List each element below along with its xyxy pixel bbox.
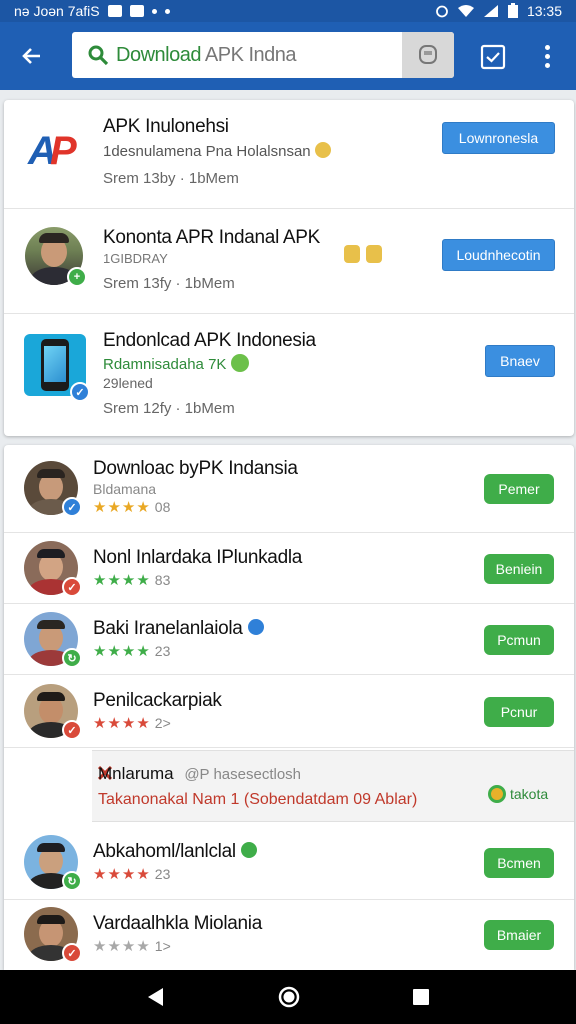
clock: 13:35 (526, 3, 562, 19)
search-input[interactable]: Download APK Indna (72, 32, 454, 78)
search-query: Download APK Indna (116, 43, 297, 66)
list-item[interactable]: ✓ Nonl Inlardaka IPlunkadla ★★★★ 83 Beniein (4, 533, 574, 604)
wifi-icon (457, 5, 474, 17)
rating-stars: ★★★★ 83 (93, 572, 171, 589)
app-list-card: ✓ Downloac byPK Indansia Bldamana ★★★★ 08 Pem… (4, 445, 574, 970)
voice-search-button[interactable] (402, 32, 454, 78)
emoji-icon (314, 142, 331, 158)
install-button[interactable]: Pcmun (484, 625, 554, 655)
download-button[interactable]: Lownronesla (442, 122, 555, 154)
badge-icon: ↻ (62, 648, 82, 668)
status-left-text: nə Joən 7afiS (14, 3, 100, 19)
navigation-bar (0, 970, 576, 1024)
home-nav-icon[interactable] (277, 985, 301, 1009)
svg-text:P: P (50, 129, 77, 170)
rating-stars: ★★★★ 1> (93, 938, 171, 955)
badge-icon: ✓ (62, 497, 82, 517)
app-subtitle: 1GIBDRAY (103, 251, 168, 266)
back-button[interactable] (0, 22, 64, 90)
back-arrow-icon (22, 48, 40, 64)
avatar: ↻ (24, 835, 82, 891)
list-item[interactable]: ↻ Baki Iranelanlaiola ★★★★ 23 Pcmun (4, 604, 574, 675)
rating-stars: ★★★★ 08 (93, 499, 171, 516)
rating-stars: ★★★★ 23 (93, 866, 171, 883)
app-title: Endonlcad APK Indonesia (103, 330, 316, 351)
badge-icon: ↻ (62, 871, 82, 891)
app-subtitle: Rdamnisadaha 7K (103, 354, 249, 373)
app-bar: Download APK Indna (0, 22, 576, 90)
list-item[interactable]: ✓ Endonlcad APK Indonesia Rdamnisadaha 7… (4, 314, 574, 436)
download-button[interactable]: Bnaev (485, 345, 555, 377)
phone-app-icon: ✓ (24, 334, 90, 402)
top-results-card: AP APK Inulonehsi 1desnulamena Pna Holal… (4, 100, 574, 436)
app-logo-ap: AP (26, 126, 84, 173)
select-button[interactable] (478, 42, 508, 72)
app-title: Abkahoml/lanlclal (93, 841, 257, 863)
list-item[interactable]: AP APK Inulonehsi 1desnulamena Pna Holal… (4, 100, 574, 209)
battery-icon (507, 3, 518, 18)
badge-icon: ✓ (62, 720, 82, 740)
list-item[interactable]: ✓ Downloac byPK Indansia Bldamana ★★★★ 08 Pem… (4, 445, 574, 533)
list-item[interactable]: + Kononta APR Indanal APK 1GIBDRAY Srem … (4, 209, 574, 314)
install-button[interactable]: Pemer (484, 474, 554, 504)
avatar: ✓ (24, 907, 82, 963)
app-meta: Srem 13fy · 1bMem (103, 275, 235, 292)
app-title: Baki Iranelanlaiola (93, 618, 264, 640)
app-meta: Srem 12fy · 1bMem (103, 400, 235, 417)
verified-icon (240, 842, 257, 858)
app-title: Nonl Inlardaka IPlunkadla (93, 547, 303, 568)
recents-nav-icon[interactable] (411, 987, 431, 1007)
avatar: ↻ (24, 612, 82, 668)
list-item[interactable]: ✓ Penilcackarpiak ★★★★ 2> Pcnur (4, 675, 574, 748)
promo-banner[interactable]: Mnlaruma @P hasesectlosh Takanonakal Nam… (92, 750, 574, 822)
search-icon (86, 43, 110, 67)
app-subtitle: 1desnulamena Pna Holalsnsan (103, 142, 331, 160)
dot-icon (151, 8, 157, 14)
app-subtitle: Bldamana (93, 481, 157, 497)
avatar: + (25, 227, 87, 287)
promo-action[interactable]: takota (488, 785, 548, 803)
emoji-icon (366, 245, 382, 263)
rating-stars: ★★★★ 23 (93, 643, 171, 660)
plus-badge-icon: + (67, 267, 87, 287)
install-button[interactable]: Bmaier (484, 920, 554, 950)
more-options-button[interactable] (532, 40, 562, 72)
promo-text: Takanonakal Nam 1 (Sobendatdam 09 Ablar) (98, 791, 418, 808)
notification-icon (129, 5, 144, 17)
promo-action-icon (488, 785, 506, 803)
app-title: Vardaalhkla Miolania (93, 913, 262, 934)
avatar: ✓ (24, 684, 82, 740)
download-button[interactable]: Loudnhecotin (442, 239, 555, 271)
badge-icon: ✓ (62, 943, 82, 963)
alarm-icon (436, 5, 448, 18)
emoji-icon (230, 354, 249, 372)
emoji-icon (344, 245, 360, 263)
install-button[interactable]: Beniein (484, 554, 554, 584)
status-bar: nə Joən 7afiS 13:35 (0, 0, 576, 22)
signal-icon (483, 5, 498, 17)
install-button[interactable]: Pcnur (484, 697, 554, 727)
verified-icon (247, 619, 264, 635)
app-title: Downloac byPK Indansia (93, 458, 298, 479)
app-subtitle-2: 29lened (103, 375, 153, 391)
app-title: Penilcackarpiak (93, 690, 222, 711)
dot-icon (164, 8, 170, 14)
notification-icon (107, 5, 122, 17)
app-title: Kononta APR Indanal APK (103, 227, 321, 248)
back-nav-icon[interactable] (145, 986, 167, 1008)
checkbox-icon (480, 44, 506, 70)
rating-stars: ★★★★ 2> (93, 715, 171, 732)
list-item[interactable]: ✓ Vardaalhkla Miolania ★★★★ 1> Bmaier (4, 900, 574, 970)
badge-icon: ✓ (70, 382, 90, 402)
app-title: APK Inulonehsi (103, 116, 229, 137)
install-button[interactable]: Bcmen (484, 848, 554, 878)
badge-icon: ✓ (62, 577, 82, 597)
list-item[interactable]: ↻ Abkahoml/lanlclal ★★★★ 23 Bcmen (4, 825, 574, 900)
app-meta: Srem 13by · 1bMem (103, 170, 239, 187)
microphone-icon (419, 45, 437, 64)
promo-header: Mnlaruma @P hasesectlosh (98, 764, 302, 783)
avatar: ✓ (24, 541, 82, 597)
avatar: ✓ (24, 461, 82, 517)
